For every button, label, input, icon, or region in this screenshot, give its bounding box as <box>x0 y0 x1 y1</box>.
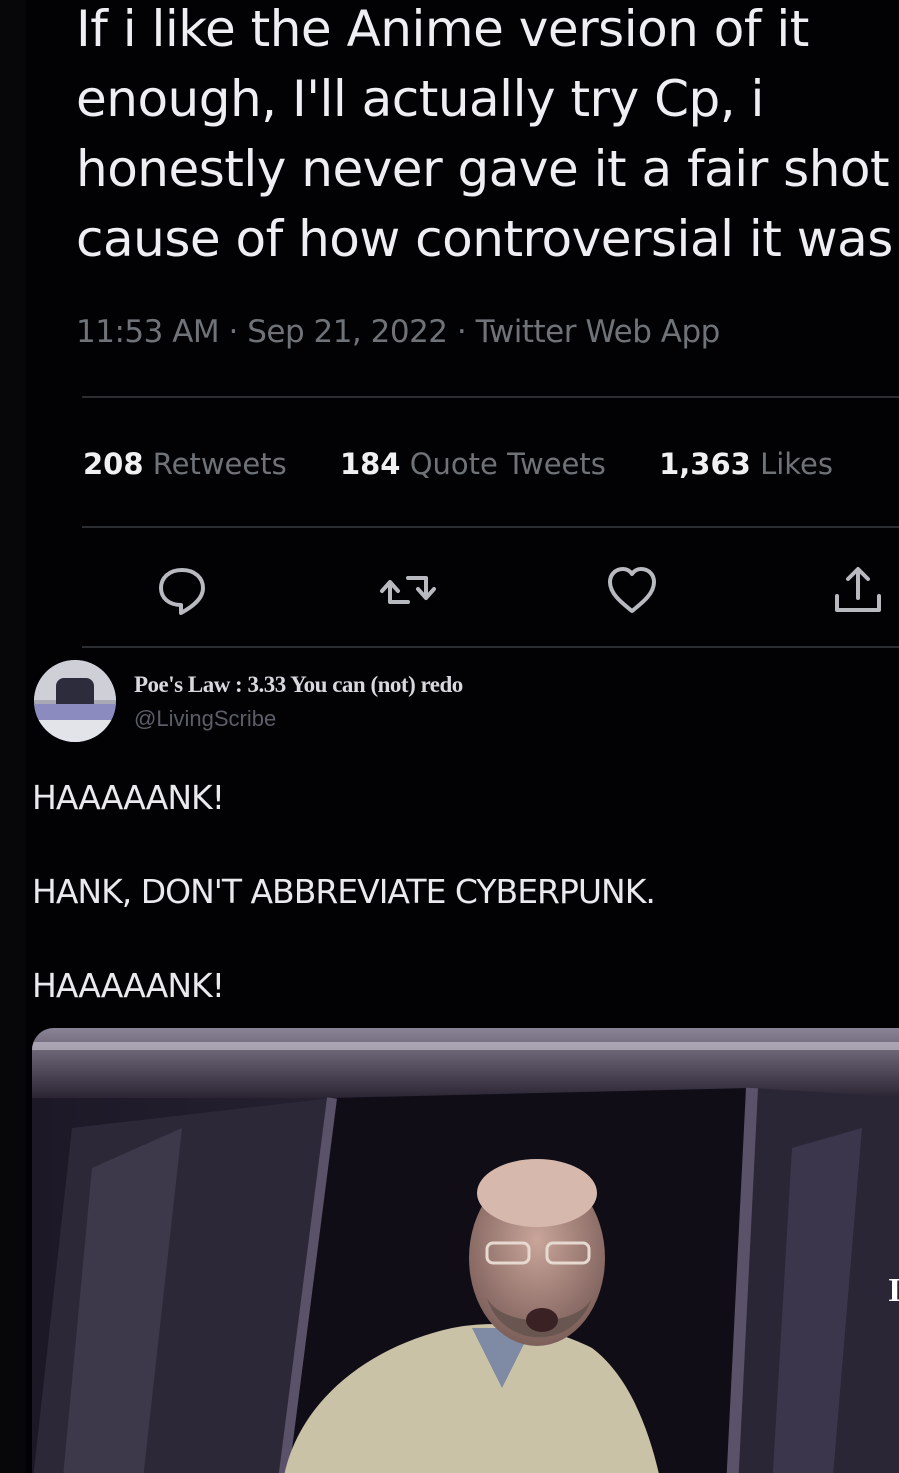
quote-tweets-label: Quote Tweets <box>409 447 606 481</box>
left-edge-strip <box>0 0 26 1473</box>
retweets-label: Retweets <box>152 447 287 481</box>
divider <box>82 646 899 648</box>
retweet-icon[interactable] <box>378 560 438 620</box>
likes-label: Likes <box>760 447 833 481</box>
tweet-text-line: cause of how controversial it was <box>76 210 893 268</box>
divider <box>82 396 899 398</box>
quote-tweets-stat[interactable]: 184 Quote Tweets <box>340 447 606 481</box>
tweet-text-line: enough, I'll actually try Cp, i <box>76 70 764 128</box>
tweet-stats: 208 Retweets 184 Quote Tweets 1,363 Like… <box>83 447 877 481</box>
tweet-panel: If i like the Anime version of it enough… <box>26 0 899 1473</box>
reply-media-image[interactable] <box>32 1028 899 1473</box>
retweets-stat[interactable]: 208 Retweets <box>83 447 287 481</box>
retweets-count: 208 <box>83 447 144 481</box>
reply-icon[interactable] <box>152 560 212 620</box>
tweet-action-bar <box>82 560 899 624</box>
reply-line: HANK, DON'T ABBREVIATE CYBERPUNK. <box>32 872 656 911</box>
reply-line: HAAAAANK! <box>32 966 225 1005</box>
edge-artifact: I <box>888 1272 899 1309</box>
likes-stat[interactable]: 1,363 Likes <box>659 447 833 481</box>
reply-handle[interactable]: @LivingScribe <box>134 706 276 732</box>
reply-display-name[interactable]: Poe's Law : 3.33 You can (not) redo <box>134 672 463 698</box>
divider <box>82 526 899 528</box>
tweet-text-line: honestly never gave it a fair shot <box>76 140 890 198</box>
avatar[interactable] <box>34 660 116 742</box>
reply-header: Poe's Law : 3.33 You can (not) redo @Liv… <box>34 660 894 750</box>
tweet-text: If i like the Anime version of it enough… <box>76 0 899 274</box>
quote-tweets-count: 184 <box>339 447 401 481</box>
reply-line: HAAAAANK! <box>32 778 225 817</box>
like-icon[interactable] <box>602 560 662 620</box>
tweet-timestamp[interactable]: 11:53 AM · Sep 21, 2022 · Twitter Web Ap… <box>76 314 720 350</box>
share-icon[interactable] <box>828 560 888 620</box>
tweet-text-line: If i like the Anime version of it <box>76 0 809 58</box>
likes-count: 1,363 <box>659 447 751 481</box>
